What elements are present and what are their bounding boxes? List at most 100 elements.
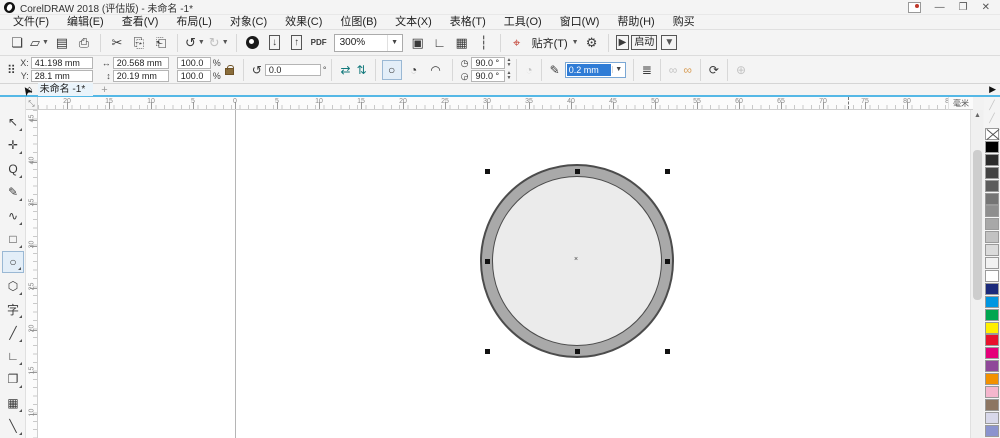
color-swatch-periwinkle[interactable] <box>985 425 999 437</box>
transparency-tool[interactable]: ▦ <box>2 392 24 414</box>
menu-item[interactable]: 帮助(H) <box>608 15 663 30</box>
document-tab[interactable]: 未命名 -1* <box>38 83 94 96</box>
copy-button[interactable]: ⎘ <box>130 33 148 53</box>
tab-scroll-arrow-icon[interactable]: ▶ <box>989 84 996 95</box>
undo-button[interactable]: ↺▼ <box>185 33 205 53</box>
chevron-down-icon[interactable]: ▼ <box>612 66 625 73</box>
snap-off-button[interactable]: ⌖ <box>508 33 526 53</box>
start-angle-field[interactable]: 90.0 ° <box>471 57 505 69</box>
selection-handle[interactable] <box>485 349 490 354</box>
chevron-down-icon[interactable]: ▼ <box>572 39 579 46</box>
launch-button[interactable]: ▶启动▼ <box>616 33 678 53</box>
color-swatch-orange[interactable] <box>985 373 999 385</box>
lock-ratio-icon[interactable] <box>225 68 234 75</box>
color-swatch-black[interactable] <box>985 141 999 153</box>
mirror-horizontal-icon[interactable]: ⇄ <box>340 63 350 77</box>
color-swatch-10-black[interactable] <box>985 257 999 269</box>
color-swatch-pale-lavender[interactable] <box>985 412 999 424</box>
x-position-field[interactable]: 41.198 mm <box>31 57 93 69</box>
show-guidelines-button[interactable]: ┆ <box>475 33 493 53</box>
zoom-level-combo[interactable]: 300%▼ <box>334 34 403 52</box>
dimension-tool[interactable]: ╱ <box>2 322 24 344</box>
chevron-down-icon[interactable]: ▼ <box>198 39 205 46</box>
rectangle-tool[interactable]: □ <box>2 228 24 250</box>
import-button[interactable]: ↓ <box>266 33 284 53</box>
outline-width-combo[interactable]: 0.2 mm ▼ <box>565 62 626 78</box>
color-swatch-pink[interactable] <box>985 386 999 398</box>
color-swatch-brown[interactable] <box>985 399 999 411</box>
menu-item[interactable]: 对象(C) <box>221 15 276 30</box>
arc-mode-button[interactable]: ◠ <box>426 60 446 80</box>
end-angle-spinner[interactable]: ▲▼ <box>506 71 511 81</box>
artistic-media-tool[interactable]: ∿ <box>2 205 24 227</box>
show-rulers-button[interactable]: ∟ <box>431 33 449 53</box>
color-swatch-red[interactable] <box>985 334 999 346</box>
export-button[interactable]: ↑ <box>288 33 306 53</box>
selection-handle[interactable] <box>665 169 670 174</box>
text-tool[interactable]: 字 <box>2 298 24 320</box>
rotation-angle-field[interactable]: 0.0 <box>265 64 321 76</box>
color-swatch-blue[interactable] <box>985 283 999 295</box>
close-button[interactable]: ✕ <box>982 0 990 15</box>
vertical-ruler[interactable]: 4540353025201510 <box>26 110 38 438</box>
chevron-down-icon[interactable]: ▼ <box>42 39 49 46</box>
scroll-up-icon[interactable]: ▲ <box>971 110 984 122</box>
scale-x-field[interactable]: 100.0 <box>177 57 211 69</box>
text-wrap-icon[interactable]: ≣ <box>642 63 652 77</box>
menu-item[interactable]: 文件(F) <box>4 15 58 30</box>
print-button[interactable]: ⎙ <box>75 33 93 53</box>
end-angle-field[interactable]: 90.0 ° <box>471 70 505 82</box>
mirror-vertical-icon[interactable]: ⇅ <box>357 63 367 77</box>
color-swatch-white[interactable] <box>985 270 999 282</box>
color-swatch-70-black[interactable] <box>985 180 999 192</box>
selection-handle[interactable] <box>575 349 580 354</box>
ellipse-tool[interactable]: ○ <box>2 251 24 273</box>
color-swatch-60-black[interactable] <box>985 193 999 205</box>
color-swatch-magenta[interactable] <box>985 347 999 359</box>
color-swatch-40-black[interactable] <box>985 218 999 230</box>
y-position-field[interactable]: 28.1 mm <box>31 70 93 82</box>
add-tab-button[interactable]: + <box>101 84 107 96</box>
selection-handle[interactable] <box>485 259 490 264</box>
freehand-tool[interactable]: ✎ <box>2 181 24 203</box>
horizontal-ruler[interactable]: 2015105051015202530354045505560657075808… <box>38 97 955 110</box>
eyedropper-tool[interactable]: ╲ <box>2 415 24 437</box>
start-angle-spinner[interactable]: ▲▼ <box>506 58 511 68</box>
restore-button[interactable]: ❐ <box>959 0 968 15</box>
menu-item[interactable]: 编辑(E) <box>58 15 113 30</box>
selection-handle[interactable] <box>485 169 490 174</box>
menu-item[interactable]: 效果(C) <box>276 15 331 30</box>
new-document-button[interactable]: ❏ <box>8 33 26 53</box>
object-height-field[interactable]: 20.19 mm <box>113 70 169 82</box>
color-swatch-green[interactable] <box>985 309 999 321</box>
welcome-screen-button[interactable] <box>244 33 262 53</box>
convert-to-curves-icon[interactable]: ⟳ <box>709 63 719 77</box>
color-swatch-cyan[interactable] <box>985 296 999 308</box>
selection-handle[interactable] <box>665 349 670 354</box>
outline-width-value[interactable]: 0.2 mm <box>567 64 611 76</box>
menu-item[interactable]: 位图(B) <box>331 15 386 30</box>
minimize-button[interactable]: — <box>935 0 945 15</box>
menu-item[interactable]: 查看(V) <box>113 15 168 30</box>
zoom-level-value[interactable]: 300% <box>335 37 387 48</box>
cut-button[interactable]: ✂ <box>108 33 126 53</box>
color-swatch-90-black[interactable] <box>985 154 999 166</box>
crop-tool[interactable]: ✛ <box>2 134 24 156</box>
chevron-down-icon[interactable]: ▼ <box>222 39 229 46</box>
ellipse-mode-button[interactable]: ○ <box>382 60 402 80</box>
drop-shadow-tool[interactable]: ❐ <box>2 368 24 390</box>
options-button[interactable]: ⚙ <box>583 33 601 53</box>
menu-item[interactable]: 表格(T) <box>441 15 495 30</box>
object-width-field[interactable]: 20.568 mm <box>113 57 169 69</box>
selection-handle[interactable] <box>665 259 670 264</box>
account-icon[interactable] <box>908 2 921 13</box>
ruler-origin-button[interactable]: ⤡ <box>26 97 38 110</box>
drawing-canvas[interactable]: × <box>38 110 970 438</box>
publish-pdf-button[interactable]: PDF <box>310 33 328 53</box>
selection-handle[interactable] <box>575 169 580 174</box>
vertical-scrollbar[interactable]: ▲ <box>970 110 983 438</box>
full-screen-preview-button[interactable]: ▣ <box>409 33 427 53</box>
chevron-down-icon[interactable]: ▼ <box>387 35 402 51</box>
polygon-tool[interactable]: ⬡ <box>2 275 24 297</box>
color-swatch-30-black[interactable] <box>985 231 999 243</box>
